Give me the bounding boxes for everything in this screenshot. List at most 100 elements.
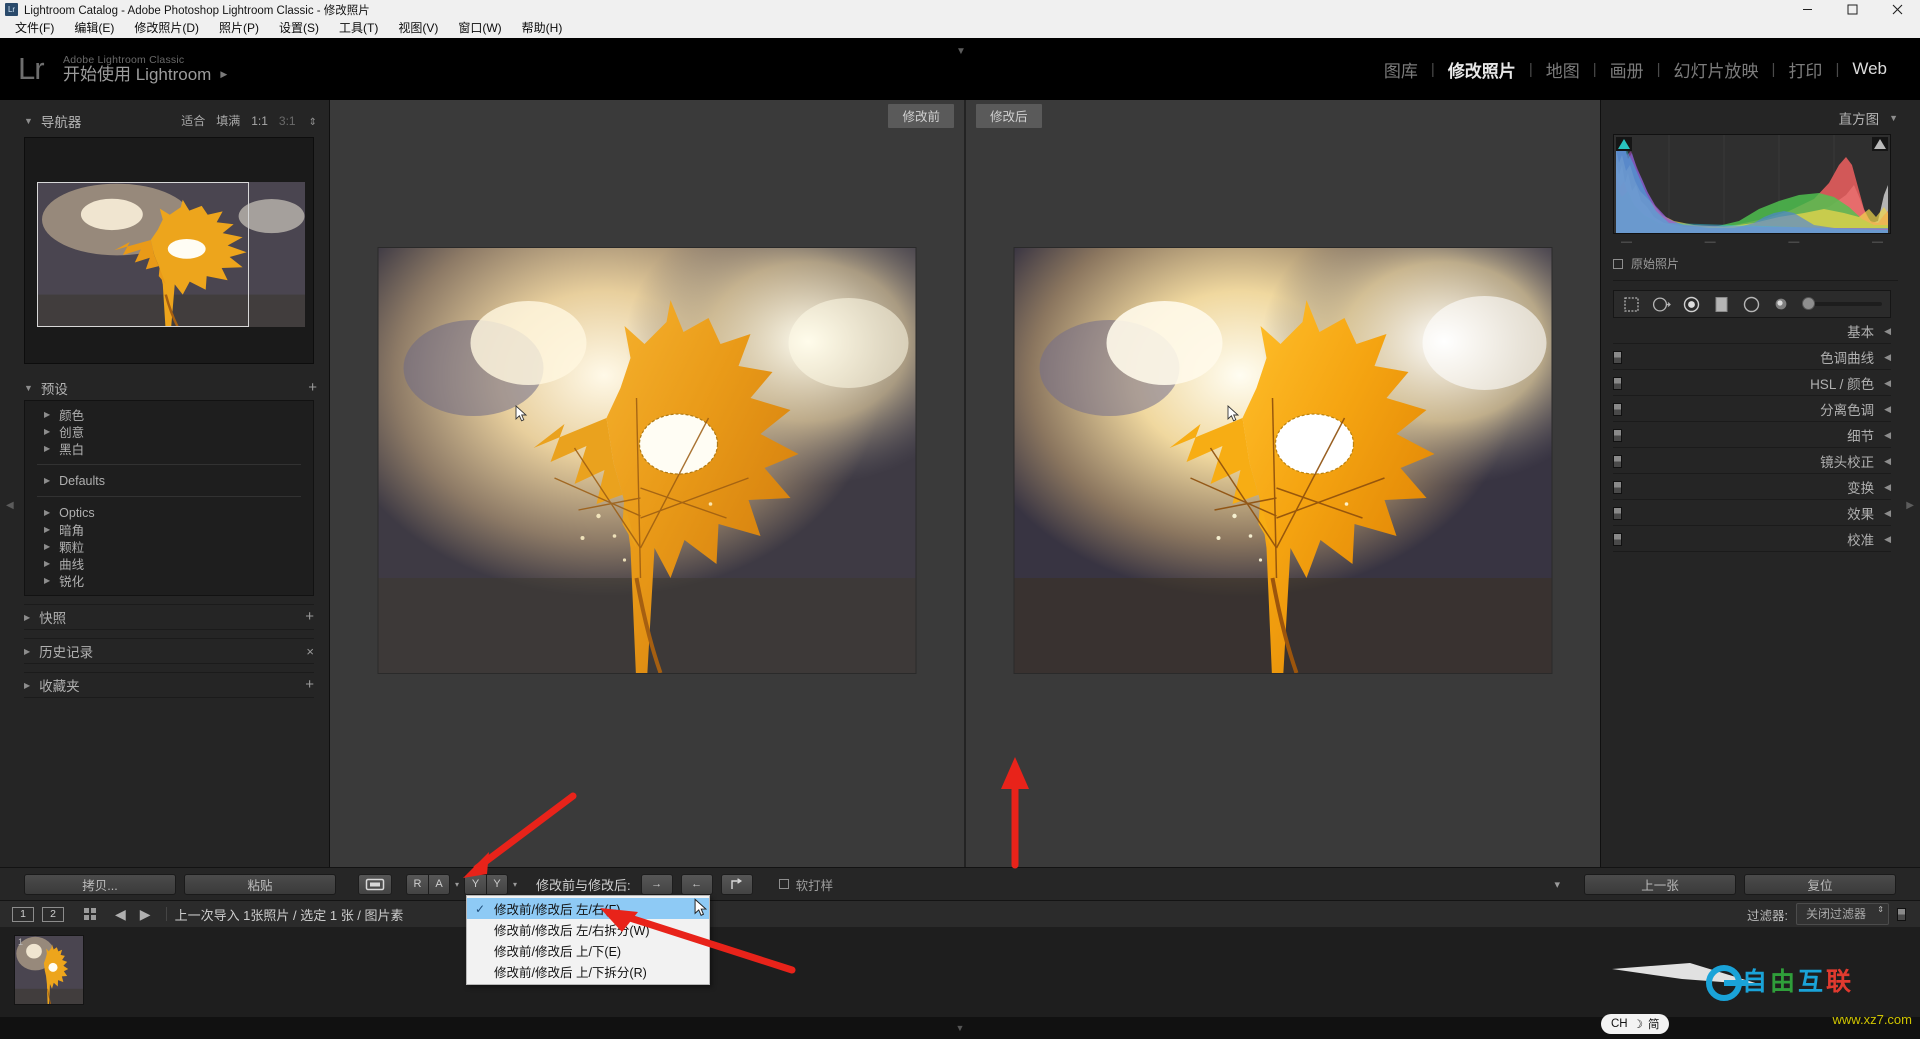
before-pane[interactable]: 修改前 xyxy=(330,100,964,867)
section-hsl-color[interactable]: HSL / 颜色 ◀ xyxy=(1613,371,1891,396)
checkbox-icon[interactable] xyxy=(778,879,789,889)
triangle-down-icon[interactable]: ▼ xyxy=(1889,113,1898,123)
red-eye-tool-icon[interactable] xyxy=(1682,295,1701,314)
grid-view-icon[interactable] xyxy=(84,908,96,920)
module-develop[interactable]: 修改照片 xyxy=(1435,57,1529,82)
preset-group-creative[interactable]: ▶ 创意 xyxy=(25,423,313,440)
graduated-filter-tool-icon[interactable] xyxy=(1712,295,1731,314)
zoom-fit[interactable]: 适合 xyxy=(181,112,205,129)
zoom-3-1[interactable]: 3:1 xyxy=(279,114,296,128)
dropdown-item-left-right-split[interactable]: 修改前/修改后 左/右拆分(W) xyxy=(467,919,709,940)
triangle-right-icon[interactable]: ▶ xyxy=(24,681,30,690)
navigator-preview[interactable] xyxy=(24,137,314,364)
section-switch[interactable] xyxy=(1613,506,1622,520)
section-switch[interactable] xyxy=(1613,532,1622,546)
triangle-right-icon[interactable]: ▶ xyxy=(24,613,30,622)
triangle-left-icon[interactable]: ◀ xyxy=(1884,378,1891,389)
after-photo[interactable] xyxy=(1014,248,1552,673)
shadow-clipping-indicator[interactable] xyxy=(1616,137,1632,151)
add-collection-icon[interactable]: + xyxy=(305,677,314,692)
filter-select[interactable]: 关闭过滤器 ⇕ xyxy=(1795,903,1889,925)
top-panel-collapse-arrow[interactable]: ▼ xyxy=(956,46,966,57)
triangle-left-icon[interactable]: ◀ xyxy=(1884,352,1891,363)
module-library[interactable]: 图库 xyxy=(1371,57,1431,82)
snapshots-section[interactable]: ▶ 快照 + xyxy=(24,604,314,630)
module-slideshow[interactable]: 幻灯片放映 xyxy=(1661,57,1772,82)
filmstrip-thumbnail[interactable]: 1 xyxy=(14,935,84,1005)
maximize-button[interactable] xyxy=(1830,0,1875,19)
before-photo[interactable] xyxy=(378,248,916,673)
color-label-button-1[interactable]: Y xyxy=(464,873,487,895)
menu-develop[interactable]: 修改照片(D) xyxy=(124,19,209,38)
flag-button-r[interactable]: R xyxy=(406,873,428,895)
triangle-down-icon[interactable]: ▼ xyxy=(956,1023,965,1033)
module-web[interactable]: Web xyxy=(1839,59,1900,79)
section-transform[interactable]: 变换 ◀ xyxy=(1613,475,1891,500)
section-detail[interactable]: 细节 ◀ xyxy=(1613,423,1891,448)
add-snapshot-icon[interactable]: + xyxy=(305,609,314,624)
original-photo-row[interactable]: 原始照片 xyxy=(1613,255,1898,281)
flag-button-a[interactable]: A xyxy=(428,873,450,895)
triangle-down-icon[interactable]: ▼ xyxy=(24,383,33,393)
menu-help[interactable]: 帮助(H) xyxy=(512,19,573,38)
ime-indicator[interactable]: CH ☽ 简 xyxy=(1601,1014,1670,1034)
section-basic[interactable]: 基本 ◀ xyxy=(1613,319,1891,344)
preset-group-vignette[interactable]: ▶ 暗角 xyxy=(25,521,313,538)
dropdown-item-top-bottom-split[interactable]: 修改前/修改后 上/下拆分(R) xyxy=(467,961,709,982)
menu-photo[interactable]: 照片(P) xyxy=(209,19,269,38)
reset-button[interactable]: 复位 xyxy=(1744,873,1896,895)
preset-group-defaults[interactable]: ▶ Defaults xyxy=(25,472,313,489)
menu-tools[interactable]: 工具(T) xyxy=(329,19,388,38)
left-panel-collapse-arrow[interactable]: ◀ xyxy=(6,500,14,511)
triangle-left-icon[interactable]: ◀ xyxy=(1884,430,1891,441)
chevron-right-icon[interactable]: ▶ xyxy=(220,69,227,79)
highlight-clipping-indicator[interactable] xyxy=(1872,137,1888,151)
module-map[interactable]: 地图 xyxy=(1533,57,1593,82)
close-button[interactable] xyxy=(1875,0,1920,19)
menu-view[interactable]: 视图(V) xyxy=(388,19,448,38)
paste-button[interactable]: 粘贴 xyxy=(184,873,336,895)
histogram-header[interactable]: 直方图 ▼ xyxy=(1613,106,1898,130)
menu-settings[interactable]: 设置(S) xyxy=(269,19,329,38)
crop-tool-icon[interactable] xyxy=(1622,295,1641,314)
second-monitor-2-button[interactable]: 2 xyxy=(42,906,64,922)
section-calibration[interactable]: 校准 ◀ xyxy=(1613,527,1891,552)
presets-header[interactable]: ▼ 预设 + xyxy=(24,375,317,400)
menu-window[interactable]: 窗口(W) xyxy=(448,19,511,38)
triangle-left-icon[interactable]: ◀ xyxy=(1884,534,1891,545)
second-monitor-1-button[interactable]: 1 xyxy=(12,906,34,922)
histogram-graph[interactable] xyxy=(1613,134,1891,234)
triangle-left-icon[interactable]: ◀ xyxy=(1884,482,1891,493)
radial-filter-tool-icon[interactable] xyxy=(1742,295,1761,314)
preset-group-optics[interactable]: ▶ Optics xyxy=(25,504,313,521)
navigator-selection-box[interactable] xyxy=(37,182,249,327)
minimize-button[interactable] xyxy=(1785,0,1830,19)
triangle-down-icon[interactable]: ▼ xyxy=(24,116,33,126)
section-switch[interactable] xyxy=(1613,350,1622,364)
section-lens-corrections[interactable]: 镜头校正 ◀ xyxy=(1613,449,1891,474)
section-tone-curve[interactable]: 色调曲线 ◀ xyxy=(1613,345,1891,370)
zoom-1-1[interactable]: 1:1 xyxy=(251,114,268,128)
identity-plate[interactable]: Adobe Lightroom Classic 开始使用 Lightroom ▶ xyxy=(63,54,227,84)
dropdown-item-top-bottom[interactable]: 修改前/修改后 上/下(E) xyxy=(467,940,709,961)
history-section[interactable]: ▶ 历史记录 × xyxy=(24,638,314,664)
copy-settings-left-button[interactable]: ← xyxy=(680,873,713,895)
navigator-header[interactable]: ▼ 导航器 适合 填满 1:1 3:1 ⇕ xyxy=(24,108,317,133)
checkbox-icon[interactable] xyxy=(1613,258,1623,269)
adjustment-brush-tool-icon[interactable] xyxy=(1772,295,1791,314)
copy-settings-right-button[interactable]: → xyxy=(640,873,673,895)
brush-amount-slider[interactable] xyxy=(1802,297,1882,310)
back-arrow-icon[interactable]: ◀ xyxy=(115,906,126,923)
section-switch[interactable] xyxy=(1613,454,1622,468)
toolbar-overflow-caret-icon[interactable]: ▾ xyxy=(1554,878,1560,891)
copy-button[interactable]: 拷贝... xyxy=(24,873,176,895)
triangle-left-icon[interactable]: ◀ xyxy=(1884,456,1891,467)
section-switch[interactable] xyxy=(1613,376,1622,390)
section-effects[interactable]: 效果 ◀ xyxy=(1613,501,1891,526)
forward-arrow-icon[interactable]: ▶ xyxy=(140,906,151,923)
clear-history-icon[interactable]: × xyxy=(306,644,314,659)
zoom-stepper-icon[interactable]: ⇕ xyxy=(309,117,317,128)
right-panel-collapse-arrow[interactable]: ▶ xyxy=(1906,500,1914,511)
previous-button[interactable]: 上一张 xyxy=(1584,873,1736,895)
loupe-view-button[interactable] xyxy=(358,873,392,895)
